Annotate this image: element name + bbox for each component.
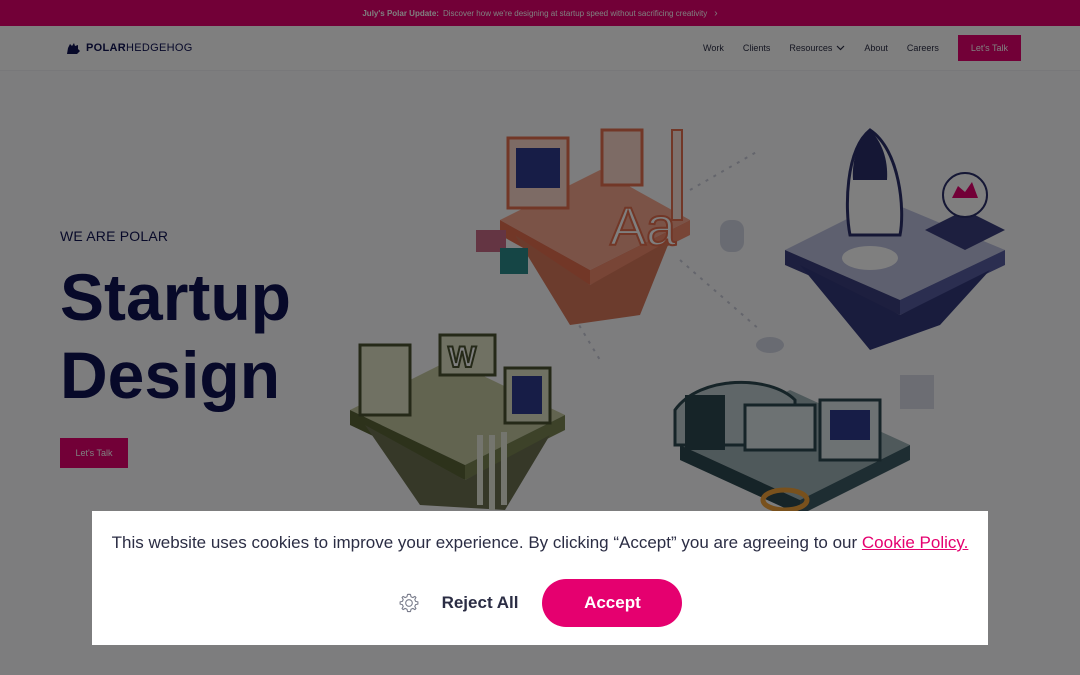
cookie-actions: Reject All Accept xyxy=(92,579,988,627)
cookie-banner: This website uses cookies to improve you… xyxy=(92,511,988,645)
accept-button[interactable]: Accept xyxy=(542,579,683,627)
cookie-policy-link[interactable]: Cookie Policy. xyxy=(862,533,968,552)
gear-icon[interactable] xyxy=(398,592,420,614)
cookie-message-text: This website uses cookies to improve you… xyxy=(111,533,858,552)
reject-all-button[interactable]: Reject All xyxy=(442,593,519,613)
cookie-message: This website uses cookies to improve you… xyxy=(92,533,988,553)
